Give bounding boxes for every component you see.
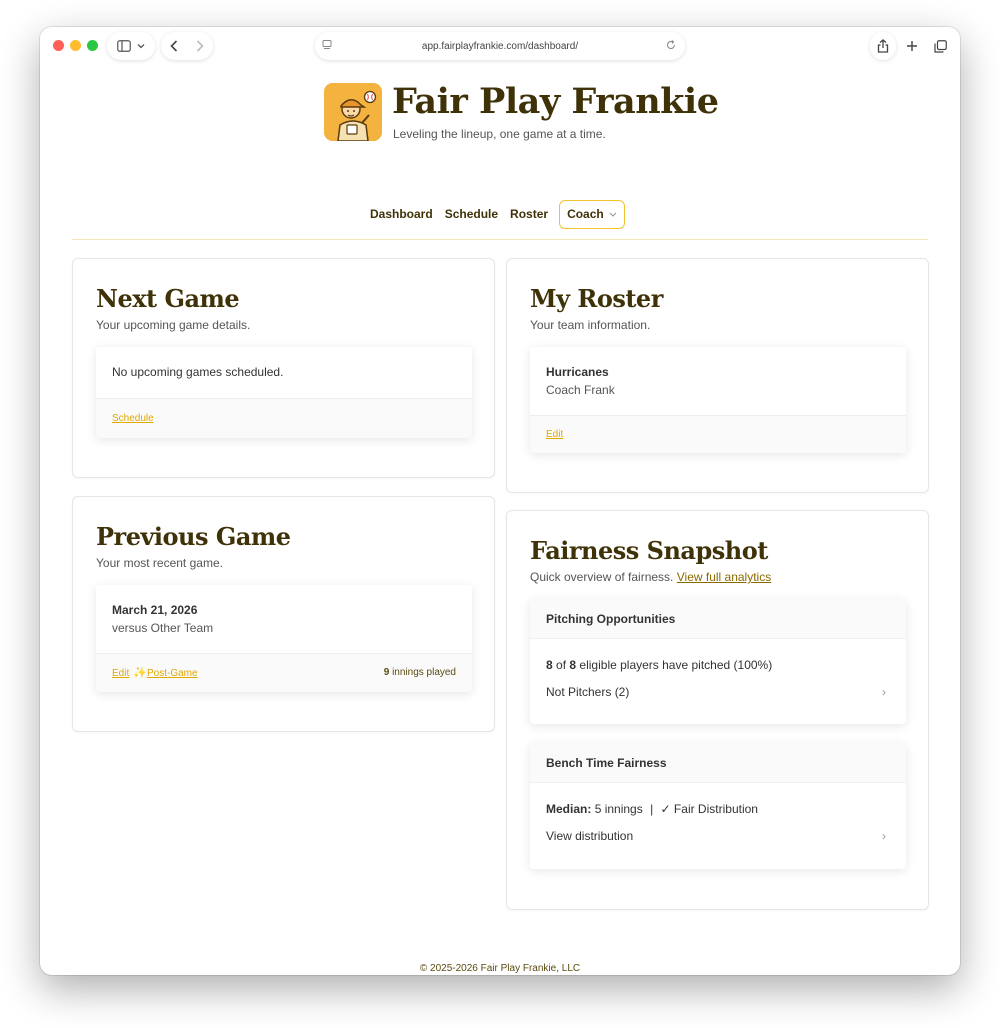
not-pitchers-label: Not Pitchers (2) — [546, 685, 630, 699]
page-footer: © 2025-2026 Fair Play Frankie, LLC — [419, 963, 581, 974]
median-separator: | — [650, 802, 654, 816]
game-opponent: versus Other Team — [112, 621, 214, 635]
next-game-card: Next Game Your upcoming game details. No… — [72, 258, 495, 478]
next-game-footer: Schedule — [96, 398, 472, 438]
previous-game-panel: March 21, 2026 versus Other Team Edit ✨ … — [96, 585, 472, 692]
view-distribution-row[interactable]: View distribution › — [530, 823, 906, 849]
pitching-of-word: of — [556, 658, 567, 672]
pitched-count: 8 — [546, 658, 553, 672]
chevron-down-icon — [137, 44, 145, 49]
nav-coach-label: Coach — [567, 207, 604, 221]
innings-count: 9 — [383, 667, 390, 678]
roster-footer: Edit — [530, 415, 906, 453]
sparkle-icon: ✨ — [133, 667, 147, 679]
roster-edit-link[interactable]: Edit — [546, 429, 563, 440]
nav-roster[interactable]: Roster — [510, 207, 548, 221]
main-nav: Dashboard Schedule Roster Coach — [370, 199, 625, 229]
bench-header: Bench Time Fairness — [530, 743, 906, 783]
sidebar-icon — [117, 40, 131, 52]
minimize-window-button[interactable] — [70, 40, 81, 51]
view-full-analytics-link[interactable]: View full analytics — [677, 570, 772, 584]
fairness-subtitle-text: Quick overview of fairness. — [530, 570, 674, 584]
median-label: Median: — [546, 802, 592, 816]
post-game-link[interactable]: Post-Game — [147, 668, 198, 679]
innings-played: 9 innings played — [384, 667, 456, 678]
url-text: app.fairplayfrankie.com/dashboard/ — [421, 40, 579, 52]
pitching-summary-rest: eligible players have pitched (100%) — [579, 658, 773, 672]
bench-header-label: Bench Time Fairness — [546, 756, 667, 770]
eligible-count: 8 — [569, 658, 577, 672]
next-game-title: Next Game — [96, 284, 240, 313]
chevron-right-icon: › — [882, 829, 886, 843]
my-roster-title: My Roster — [530, 284, 663, 313]
browser-window: app.fairplayfrankie.com/dashboard/ Fair … — [40, 27, 960, 975]
forward-arrow-icon[interactable] — [196, 40, 204, 52]
tab-overview-button[interactable] — [928, 32, 952, 60]
tab-overview-icon — [933, 39, 947, 53]
fairness-snapshot-card: Fairness Snapshot Quick overview of fair… — [506, 510, 929, 910]
fair-distribution-status: ✓ Fair Distribution — [660, 802, 758, 816]
brand-logo[interactable] — [324, 83, 382, 141]
history-nav — [161, 32, 213, 60]
nav-coach-dropdown[interactable]: Coach — [559, 199, 625, 229]
previous-game-card: Previous Game Your most recent game. Mar… — [72, 496, 495, 732]
zoom-window-button[interactable] — [87, 40, 98, 51]
address-bar[interactable]: app.fairplayfrankie.com/dashboard/ — [315, 32, 685, 60]
sidebar-toggle-button[interactable] — [107, 32, 155, 60]
chevron-right-icon: › — [882, 685, 886, 699]
pitching-header: Pitching Opportunities — [530, 599, 906, 639]
pitching-opportunities-panel: Pitching Opportunities 8 of 8 eligible p… — [530, 599, 906, 724]
previous-game-title: Previous Game — [96, 522, 291, 551]
brand-title[interactable]: Fair Play Frankie — [392, 81, 719, 122]
next-game-panel: No upcoming games scheduled. Schedule — [96, 347, 472, 438]
fairness-title: Fairness Snapshot — [530, 536, 768, 565]
chevron-down-icon — [609, 212, 617, 217]
close-window-button[interactable] — [53, 40, 64, 51]
next-game-subtitle: Your upcoming game details. — [96, 318, 251, 332]
previous-game-edit-link[interactable]: Edit — [112, 668, 129, 679]
reload-icon[interactable] — [665, 39, 677, 51]
plus-icon — [907, 41, 917, 51]
my-roster-subtitle: Your team information. — [530, 318, 651, 332]
previous-game-footer: Edit ✨ Post-Game 9 innings played — [96, 653, 472, 692]
nav-dashboard[interactable]: Dashboard — [370, 207, 433, 221]
new-tab-button[interactable] — [900, 32, 924, 60]
coach-mascot-icon — [324, 83, 382, 141]
nav-schedule[interactable]: Schedule — [445, 207, 498, 221]
share-button[interactable] — [870, 32, 896, 60]
pitching-summary: 8 of 8 eligible players have pitched (10… — [546, 658, 772, 672]
game-date: March 21, 2026 — [112, 603, 198, 617]
previous-game-subtitle: Your most recent game. — [96, 556, 223, 570]
bench-time-fairness-panel: Bench Time Fairness Median: 5 innings | … — [530, 743, 906, 869]
team-name: Hurricanes — [546, 365, 609, 379]
coach-name: Coach Frank — [546, 383, 615, 397]
bench-median-row: Median: 5 innings | ✓ Fair Distribution — [546, 802, 758, 816]
pitching-header-label: Pitching Opportunities — [546, 612, 676, 626]
schedule-link[interactable]: Schedule — [112, 413, 154, 424]
toolbar-right — [870, 32, 952, 60]
brand-tagline: Leveling the lineup, one game at a time. — [393, 127, 606, 141]
my-roster-card: My Roster Your team information. Hurrica… — [506, 258, 929, 493]
back-arrow-icon[interactable] — [170, 40, 178, 52]
no-games-message: No upcoming games scheduled. — [112, 365, 284, 379]
innings-label: innings played — [392, 667, 456, 678]
nav-divider — [72, 239, 928, 240]
view-distribution-label: View distribution — [546, 829, 634, 843]
page-settings-icon[interactable] — [321, 39, 333, 51]
fairness-subtitle: Quick overview of fairness. View full an… — [530, 570, 771, 584]
browser-toolbar: app.fairplayfrankie.com/dashboard/ — [40, 27, 960, 65]
share-icon — [877, 39, 889, 53]
page-content: Fair Play Frankie Leveling the lineup, o… — [40, 65, 960, 975]
not-pitchers-row[interactable]: Not Pitchers (2) › — [530, 679, 906, 705]
median-value: 5 innings — [594, 802, 643, 816]
roster-panel: Hurricanes Coach Frank Edit — [530, 347, 906, 453]
